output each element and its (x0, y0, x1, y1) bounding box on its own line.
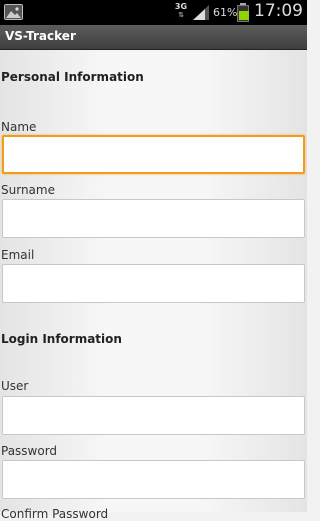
password-field[interactable] (2, 460, 305, 499)
gallery-icon (4, 4, 23, 20)
section-title-login: Login Information (1, 332, 122, 346)
battery-fill (239, 11, 249, 20)
surname-field[interactable] (2, 199, 305, 238)
surname-label: Surname (1, 183, 55, 197)
section-title-personal: Personal Information (1, 70, 144, 84)
battery-icon (237, 3, 249, 22)
confirm-password-label: Confirm Password (1, 507, 109, 521)
signal-icon (193, 5, 209, 20)
battery-percent: 61% (213, 6, 238, 19)
clock: 17:09 (254, 1, 303, 21)
status-bar: 3G ⇅ 61% 17:09 (0, 0, 307, 25)
email-label: Email (1, 248, 35, 262)
network-type: 3G (174, 2, 188, 11)
action-bar: VS-Tracker (0, 25, 307, 50)
name-label: Name (1, 120, 37, 134)
network-3g-icon: 3G ⇅ (174, 2, 188, 19)
user-label: User (1, 379, 29, 393)
user-field[interactable] (2, 396, 305, 435)
password-label: Password (1, 444, 58, 458)
email-field[interactable] (2, 264, 305, 303)
registration-form: Personal Information Name Surname Email … (0, 50, 307, 521)
name-field[interactable] (2, 135, 305, 174)
app-title: VS-Tracker (5, 29, 76, 43)
